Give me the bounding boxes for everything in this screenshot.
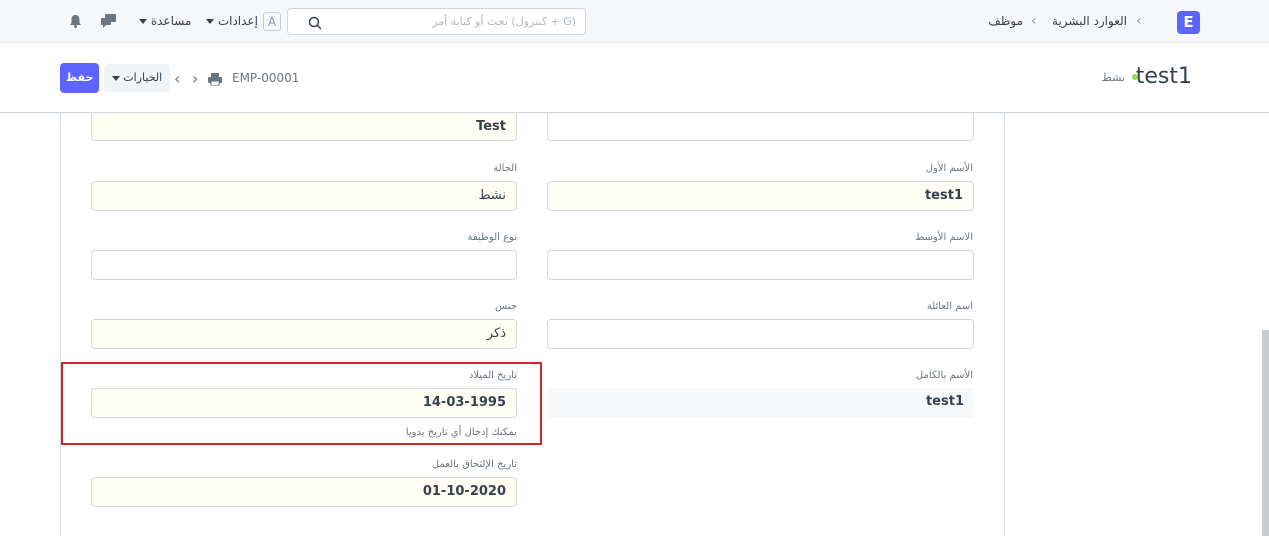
status-select[interactable]: نشط xyxy=(91,181,517,211)
page-title: test1 xyxy=(1135,64,1192,89)
gender-select[interactable]: ذكر xyxy=(91,319,517,349)
joining-date-label: تاريخ الإلتحاق بالعمل xyxy=(431,459,517,470)
employment-type-field[interactable] xyxy=(91,250,517,280)
middle-name-field[interactable] xyxy=(547,250,974,280)
joining-date-field[interactable]: 01-10-2020 xyxy=(91,477,517,507)
top-right-field[interactable] xyxy=(547,113,974,141)
search-input[interactable]: بحث أو كتابة أمر (كنترول + G) xyxy=(287,8,586,35)
dob-highlight-box xyxy=(61,362,542,445)
chevron-left-icon: ‹ xyxy=(1031,13,1037,29)
options-label: الخيارات xyxy=(123,71,163,84)
caret-down-icon xyxy=(111,75,120,81)
next-record-icon[interactable]: › xyxy=(192,69,198,88)
first-name-label: الأسم الأول xyxy=(925,163,973,174)
scrollbar[interactable] xyxy=(1262,330,1269,536)
last-name-field[interactable] xyxy=(547,319,974,349)
middle-name-label: الاسم الأوسط xyxy=(915,232,973,243)
page-header: حفظ الخيارات ‹ › EMP-00001 نشط test1 xyxy=(0,43,1269,113)
print-icon[interactable] xyxy=(208,71,222,90)
prev-record-icon[interactable]: ‹ xyxy=(174,69,180,88)
breadcrumb-employee[interactable]: موظف xyxy=(988,14,1023,28)
caret-down-icon xyxy=(206,19,214,24)
chat-icon[interactable] xyxy=(101,13,117,32)
help-label: مساعدة xyxy=(150,14,192,28)
settings-dropdown[interactable]: إعدادات xyxy=(206,14,258,28)
employment-type-label: نوع الوظيفة xyxy=(467,232,517,243)
bell-icon[interactable] xyxy=(69,13,82,32)
options-dropdown[interactable]: الخيارات xyxy=(104,64,170,92)
avatar[interactable]: A xyxy=(263,12,281,31)
chevron-left-icon: ‹ xyxy=(1136,13,1142,29)
top-navbar: E ‹ العوارد البشرية ‹ موظف بحث أو كتابة … xyxy=(0,0,1269,43)
help-dropdown[interactable]: مساعدة xyxy=(139,14,191,28)
status-indicator: نشط xyxy=(1101,71,1125,84)
top-left-field[interactable]: Test xyxy=(91,113,517,141)
last-name-label: اسم العائلة xyxy=(926,301,973,312)
full-name-label: الأسم بالكامل xyxy=(915,370,973,381)
save-button[interactable]: حفظ xyxy=(60,63,99,93)
full-name-value: test1 xyxy=(547,388,974,418)
gender-label: جنس xyxy=(495,301,517,312)
settings-label: إعدادات xyxy=(217,14,258,28)
status-label: الحالة xyxy=(493,163,517,174)
breadcrumb-hr[interactable]: العوارد البشرية xyxy=(1052,14,1127,28)
first-name-field[interactable]: test1 xyxy=(547,181,974,211)
search-icon xyxy=(308,15,322,34)
caret-down-icon xyxy=(139,19,147,24)
document-id: EMP-00001 xyxy=(232,71,300,85)
search-placeholder: بحث أو كتابة أمر (كنترول + G) xyxy=(432,15,576,28)
app-logo[interactable]: E xyxy=(1177,11,1200,34)
